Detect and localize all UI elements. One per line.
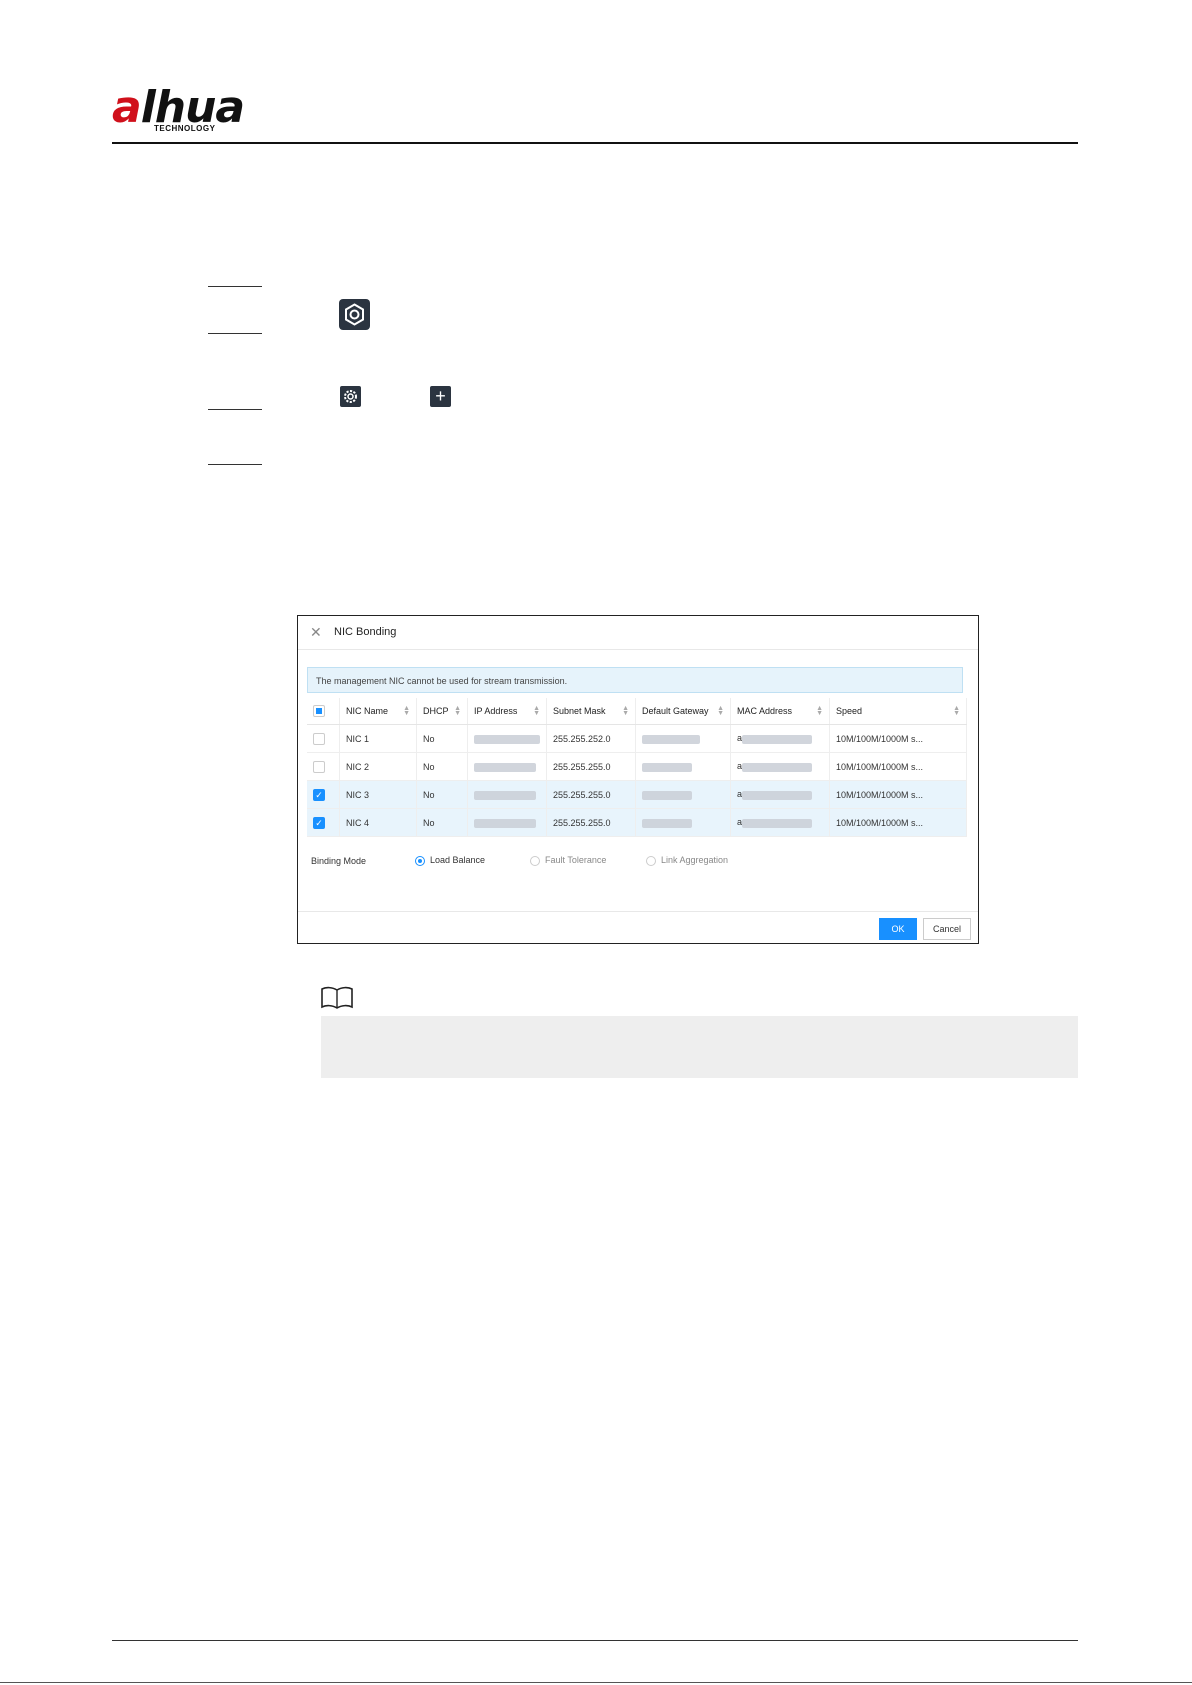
radio-dot [646, 855, 656, 866]
nic-name-cell: NIC 4 [339, 808, 417, 837]
redacted-value [742, 734, 813, 744]
dahua-logo: alhua TECHNOLOGY [112, 84, 272, 136]
col-dhcp[interactable]: DHCP ▲ ▼ [416, 698, 468, 725]
radio-fault-tolerance[interactable]: Fault Tolerance [530, 855, 606, 866]
step-4-line [208, 464, 262, 465]
book-note-icon [320, 986, 354, 1015]
cancel-button[interactable]: Cancel [923, 918, 971, 940]
redacted-value [474, 790, 536, 800]
row-select-cell: ✓ [307, 808, 340, 837]
ip-address-cell [467, 724, 547, 753]
table-row[interactable]: ✓ NIC 3 No 255.255.255.0 a 10M/100M/1000… [307, 780, 967, 809]
ip-address-cell [467, 808, 547, 837]
subnet-cell: 255.255.252.0 [546, 724, 636, 753]
subnet-cell: 255.255.255.0 [546, 808, 636, 837]
radio-dot [415, 855, 425, 866]
dhcp-cell: No [416, 724, 468, 753]
speed-cell: 10M/100M/1000M s... [829, 780, 967, 809]
select-all-checkbox[interactable] [313, 705, 325, 717]
footer-divider [298, 911, 978, 912]
row-select-cell [307, 724, 340, 753]
ip-address-cell [467, 752, 547, 781]
table-header-row: NIC Name ▲ ▼ DHCP ▲ ▼ IP Address ▲ ▼ Subnet Ma… [307, 698, 967, 725]
select-all-cell [307, 698, 340, 725]
speed-cell: 10M/100M/1000M s... [829, 752, 967, 781]
mac-cell: a [730, 724, 830, 753]
step-3-line [208, 409, 262, 410]
close-icon[interactable]: ✕ [310, 624, 322, 641]
redacted-value [742, 762, 813, 772]
step-1-line [208, 286, 262, 287]
radio-load-balance[interactable]: Load Balance [415, 855, 485, 866]
row-select-cell: ✓ [307, 780, 340, 809]
hexagon-settings-icon [339, 299, 370, 330]
footer-rule [112, 1640, 1078, 1641]
redacted-value [642, 790, 692, 800]
gateway-cell [635, 808, 731, 837]
row-checkbox[interactable] [313, 760, 325, 773]
nic-name-cell: NIC 2 [339, 752, 417, 781]
redacted-value [474, 734, 540, 744]
gear-icon [340, 386, 361, 407]
speed-cell: 10M/100M/1000M s... [829, 724, 967, 753]
redacted-value [474, 818, 536, 828]
col-mac-address[interactable]: MAC Address ▲ ▼ [730, 698, 830, 725]
table-row[interactable]: ✓ NIC 4 No 255.255.255.0 a 10M/100M/1000… [307, 808, 967, 837]
redacted-value [642, 762, 692, 772]
mac-cell: a [730, 780, 830, 809]
redacted-value [642, 734, 700, 744]
dhcp-cell: No [416, 808, 468, 837]
row-select-cell [307, 752, 340, 781]
plus-icon: + [430, 386, 451, 407]
speed-cell: 10M/100M/1000M s... [829, 808, 967, 837]
mac-cell: a [730, 808, 830, 837]
notice-banner: The management NIC cannot be used for st… [307, 667, 963, 693]
redacted-value [742, 818, 813, 828]
dialog-title: NIC Bonding [334, 626, 397, 638]
ip-address-cell [467, 780, 547, 809]
subnet-cell: 255.255.255.0 [546, 780, 636, 809]
redacted-value [474, 762, 536, 772]
col-subnet-mask[interactable]: Subnet Mask ▲ ▼ [546, 698, 636, 725]
nic-bonding-dialog: ✕ NIC Bonding The management NIC cannot … [297, 615, 979, 944]
note-box [321, 1016, 1078, 1078]
nic-table: NIC Name ▲ ▼ DHCP ▲ ▼ IP Address ▲ ▼ Subnet Ma… [307, 698, 967, 837]
gateway-cell [635, 724, 731, 753]
col-ip-address[interactable]: IP Address ▲ ▼ [467, 698, 547, 725]
dialog-divider [298, 649, 978, 650]
table-row[interactable]: NIC 1 No 255.255.252.0 a 10M/100M/1000M … [307, 724, 967, 753]
nic-name-cell: NIC 1 [339, 724, 417, 753]
row-checkbox[interactable]: ✓ [313, 788, 325, 801]
table-row[interactable]: NIC 2 No 255.255.255.0 a 10M/100M/1000M … [307, 752, 967, 781]
gateway-cell [635, 780, 731, 809]
redacted-value [642, 818, 692, 828]
mac-cell: a [730, 752, 830, 781]
binding-mode-label: Binding Mode [311, 856, 367, 866]
row-checkbox[interactable] [313, 732, 325, 745]
header-rule [112, 142, 1078, 144]
logo-subtitle: TECHNOLOGY [154, 124, 216, 133]
radio-link-aggregation[interactable]: Link Aggregation [646, 855, 728, 866]
page-edge-rule [0, 1682, 1192, 1683]
ok-button[interactable]: OK [879, 918, 917, 940]
step-2-line [208, 333, 262, 334]
col-speed[interactable]: Speed ▲ ▼ [829, 698, 967, 725]
gateway-cell [635, 752, 731, 781]
redacted-value [742, 790, 813, 800]
radio-dot [530, 855, 540, 866]
subnet-cell: 255.255.255.0 [546, 752, 636, 781]
dhcp-cell: No [416, 752, 468, 781]
col-default-gateway[interactable]: Default Gateway ▲ ▼ [635, 698, 731, 725]
row-checkbox[interactable]: ✓ [313, 816, 325, 829]
nic-name-cell: NIC 3 [339, 780, 417, 809]
dhcp-cell: No [416, 780, 468, 809]
col-nic-name[interactable]: NIC Name ▲ ▼ [339, 698, 417, 725]
